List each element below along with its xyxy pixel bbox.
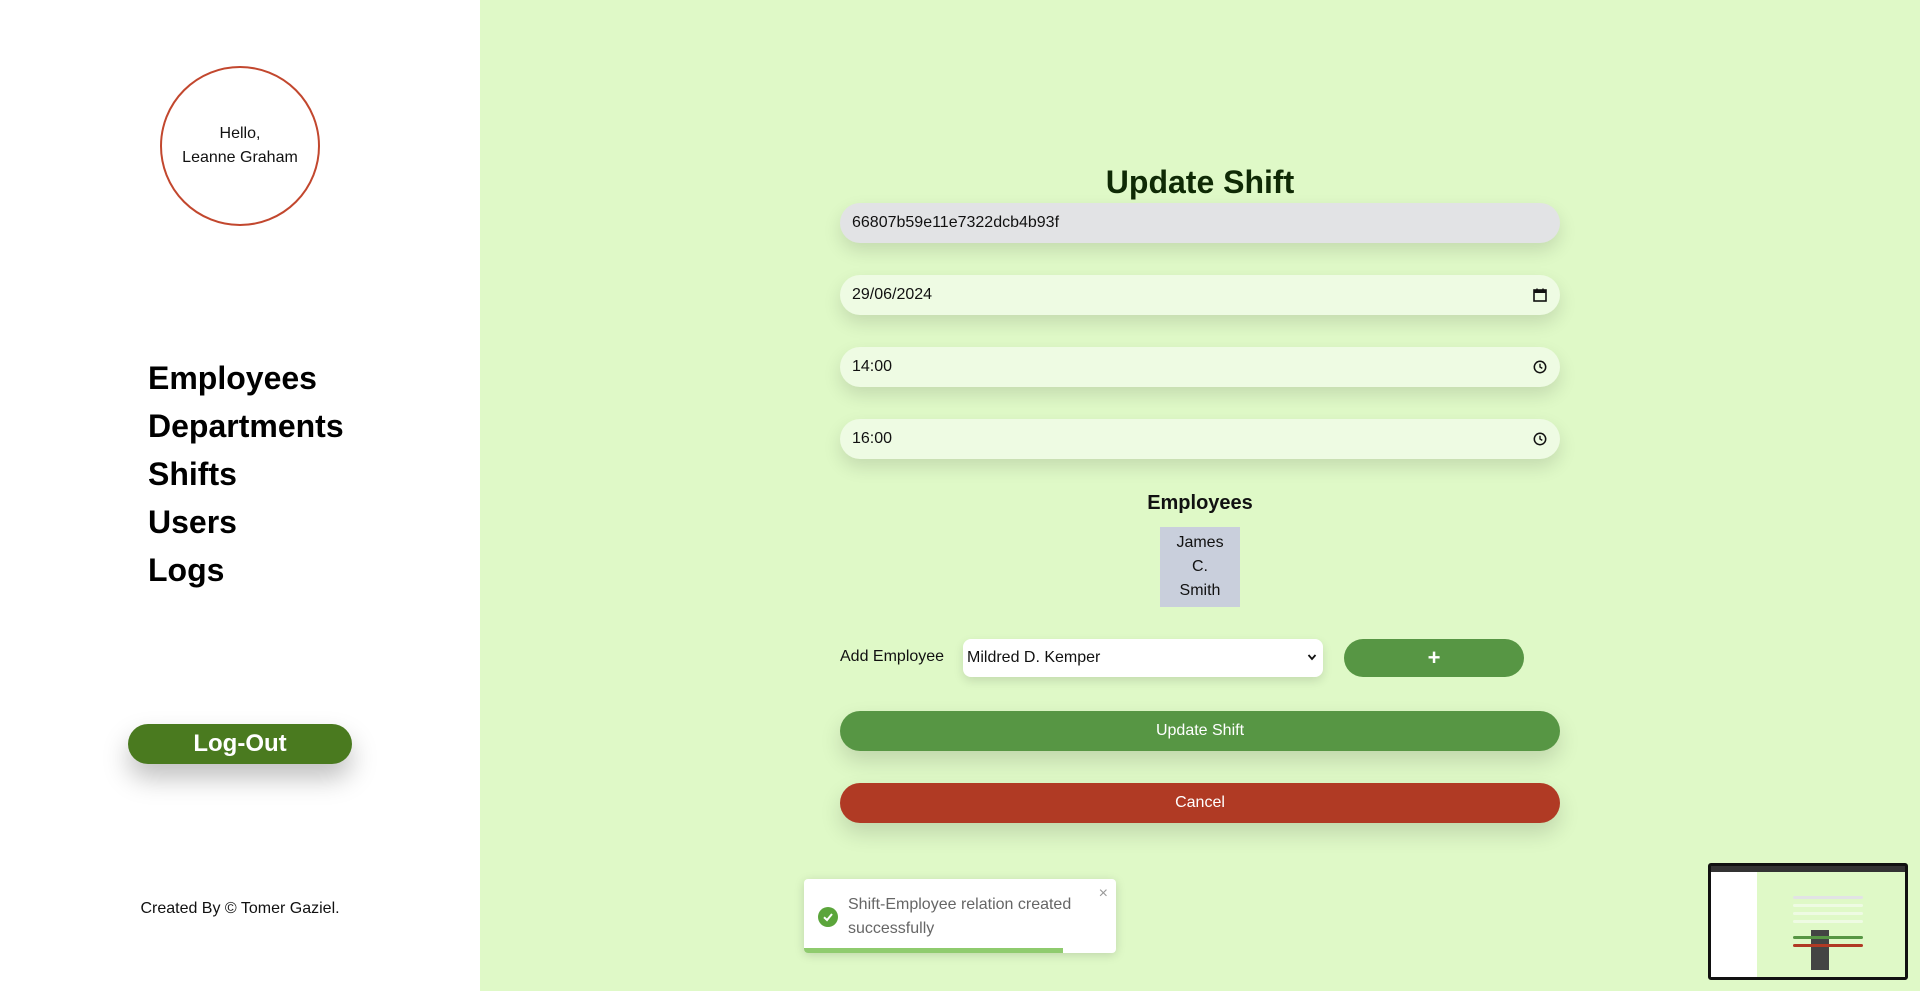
preview-field	[1793, 912, 1863, 915]
nav-item-logs[interactable]: Logs	[148, 546, 344, 594]
page-title: Update Shift	[1105, 164, 1295, 200]
window-preview-thumbnail[interactable]	[1708, 863, 1908, 980]
employee-card[interactable]: James C. Smith	[1160, 527, 1240, 607]
shift-id-field[interactable]: 66807b59e11e7322dcb4b93f	[840, 203, 1560, 243]
end-time-field[interactable]: 16:00	[840, 419, 1560, 459]
update-shift-button[interactable]: Update Shift	[840, 711, 1560, 751]
success-toast[interactable]: Shift-Employee relation created successf…	[804, 879, 1116, 953]
sidebar: Hello, Leanne Graham Employees Departmen…	[0, 0, 480, 991]
start-time-field[interactable]: 14:00	[840, 347, 1560, 387]
employee-middle-initial: C.	[1192, 558, 1208, 575]
greeting-circle: Hello, Leanne Graham	[160, 66, 320, 226]
preview-sidebar	[1711, 872, 1757, 977]
clock-icon[interactable]	[1532, 359, 1548, 375]
nav-item-employees[interactable]: Employees	[148, 354, 344, 402]
employee-first-name: James	[1176, 534, 1224, 551]
toast-message: Shift-Employee relation created successf…	[848, 896, 1072, 937]
shift-date-field[interactable]: 29/06/2024	[840, 275, 1560, 315]
cancel-button[interactable]: Cancel	[840, 783, 1560, 823]
preview-field	[1793, 904, 1863, 907]
greeting-hello: Hello,	[219, 125, 261, 142]
greeting-username: Leanne Graham	[182, 149, 298, 166]
clock-icon[interactable]	[1532, 431, 1548, 447]
start-time-value: 14:00	[852, 358, 893, 375]
preview-field	[1793, 896, 1863, 899]
preview-update-button	[1793, 936, 1863, 939]
preview-field	[1793, 920, 1863, 923]
add-employee-label: Add Employee	[840, 648, 945, 665]
employee-last-name: Smith	[1179, 582, 1221, 599]
shift-date-value: 29/06/2024	[852, 286, 933, 303]
toast-progress-bar	[804, 948, 1063, 953]
preview-main	[1757, 872, 1905, 977]
footer-credit: Created By © Tomer Gaziel.	[140, 900, 340, 917]
add-employee-select[interactable]: Mildred D. Kemper	[963, 639, 1323, 677]
calendar-icon[interactable]	[1532, 287, 1548, 303]
add-employee-button[interactable]: +	[1344, 639, 1524, 677]
shift-id-value: 66807b59e11e7322dcb4b93f	[852, 214, 1060, 231]
nav-item-shifts[interactable]: Shifts	[148, 450, 344, 498]
add-employee-selected-value: Mildred D. Kemper	[967, 649, 1101, 666]
nav-item-users[interactable]: Users	[148, 498, 344, 546]
chevron-down-icon	[1307, 649, 1317, 667]
end-time-value: 16:00	[852, 430, 893, 447]
employees-heading: Employees	[1147, 492, 1253, 514]
preview-cancel-button	[1793, 944, 1863, 947]
main-nav: Employees Departments Shifts Users Logs	[148, 354, 344, 594]
check-circle-icon	[818, 907, 838, 927]
logout-button[interactable]: Log-Out	[128, 724, 352, 764]
nav-item-departments[interactable]: Departments	[148, 402, 344, 450]
close-icon[interactable]: ×	[1099, 885, 1108, 903]
